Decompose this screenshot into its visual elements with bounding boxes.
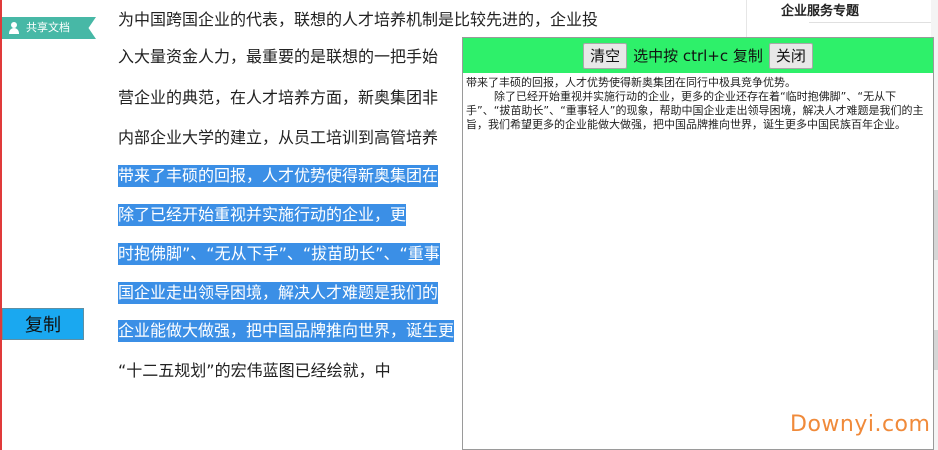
article-line: 带来了丰硕的回报，人才优势使得新奥集团在	[118, 165, 439, 187]
close-button[interactable]: 关闭	[768, 42, 813, 69]
share-document-tag[interactable]: 共享文档	[2, 17, 96, 39]
article-line: 为中国跨国企业的代表，联想的人才培养机制是比较先进的，企业投	[118, 10, 599, 29]
article-line: 国企业走出领导困境，解决人才难题是我们的	[118, 282, 439, 304]
popup-toolbar: 清空 选中按 ctrl+c 复制 关闭	[463, 38, 933, 73]
copy-hint: 选中按 ctrl+c 复制	[633, 47, 763, 65]
site-watermark: Downyi.com	[790, 412, 931, 437]
user-icon	[8, 22, 20, 34]
article-line: 营企业的典范，在人才培养方面，新奥集团非	[118, 88, 439, 107]
copy-button[interactable]: 复制	[2, 308, 84, 340]
sidebar-title: 企业服务专题	[781, 4, 860, 19]
article-line: 除了已经开始重视并实施行动的企业，更	[118, 204, 407, 226]
article-line: 企业能做大做强，把中国品牌推向世界，诞生更	[118, 320, 455, 342]
article-line: 内部企业大学的建立，从员工培训到高管培养	[118, 128, 439, 147]
article-line: “十二五规划”的宏伟蓝图已经绘就，中	[118, 361, 391, 380]
sidebar-divider	[809, 22, 938, 23]
left-edge-border	[0, 0, 2, 450]
popup-content[interactable]: 带来了丰硕的回报，人才优势使得新奥集团在同行中极具竞争优势。 除了已经开始重视并…	[463, 73, 933, 135]
copy-popup: 清空 选中按 ctrl+c 复制 关闭 带来了丰硕的回报，人才优势使得新奥集团在…	[462, 37, 934, 450]
share-label: 共享文档	[26, 21, 70, 34]
article-line: 入大量资金人力，最重要的是联想的一把手始	[118, 47, 439, 66]
article-line: 时抱佛脚”、“无从下手”、“拔苗助长”、“重事	[118, 243, 440, 265]
clear-button[interactable]: 清空	[583, 42, 628, 69]
